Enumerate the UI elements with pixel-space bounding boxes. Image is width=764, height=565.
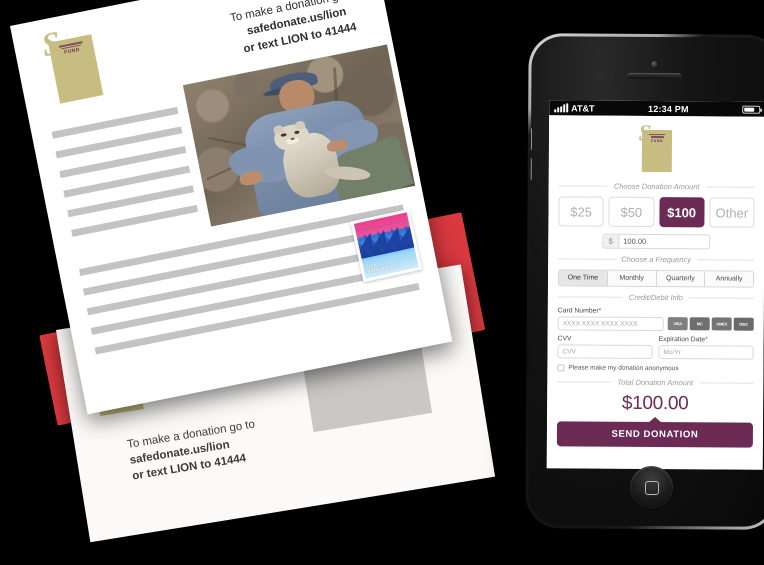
cvv-input[interactable]: CVV [557, 344, 653, 359]
phone-screen: AT&T 12:34 PM S FUND Choose Donation Amo… [546, 100, 764, 470]
carrier-label: AT&T [571, 102, 595, 114]
ranger-with-cub-image [182, 44, 416, 227]
total-amount-value: $100.00 [621, 392, 689, 415]
postage-stamp: USA FOREVER 2012 [350, 208, 423, 283]
amount-option-25[interactable]: $25 [558, 196, 604, 227]
amount-option-100[interactable]: $100 [658, 197, 705, 228]
total-section-title: Total Donation Amount [557, 377, 753, 388]
direct-mail-piece: S FUND To make a donation go to [0, 0, 520, 565]
donation-app: S FUND Choose Donation Amount $25 $50 $1… [546, 115, 764, 470]
card-number-label: Card Number* [557, 307, 602, 315]
status-bar: AT&T 12:34 PM [549, 100, 764, 117]
send-button-notch [648, 416, 663, 424]
mastercard-icon: MC [689, 317, 710, 331]
frequency-option-monthly[interactable]: Monthly [607, 270, 657, 287]
envelope-back-callout: To make a donation go to safedonate.us/l… [126, 400, 371, 485]
amount-options-group: $25 $50 $100 Other [558, 196, 755, 228]
amount-section-title: Choose Donation Amount [559, 181, 755, 192]
home-square-icon [644, 480, 659, 495]
app-logo: S FUND [639, 120, 673, 173]
visa-icon: VISA [667, 317, 688, 331]
earpiece-speaker-icon [627, 72, 682, 80]
discover-icon: DISC [733, 317, 754, 331]
phone-body: AT&T 12:34 PM S FUND Choose Donation Amo… [528, 36, 764, 527]
amount-option-other[interactable]: Other [709, 197, 755, 228]
frequency-section-title: Choose a Frequency [558, 254, 754, 264]
letter-logo: S FUND [39, 25, 104, 104]
front-camera-icon [650, 60, 659, 69]
phone-shell: AT&T 12:34 PM S FUND Choose Donation Amo… [525, 33, 764, 530]
frequency-option-annually[interactable]: Annually [705, 271, 754, 287]
amount-option-50[interactable]: $50 [608, 196, 655, 228]
home-button[interactable] [629, 465, 674, 510]
letter-body-text-lines [51, 106, 201, 250]
send-donation-button[interactable]: SEND DONATION [556, 421, 754, 448]
battery-icon [742, 105, 761, 114]
expiration-label: Expiration Date* [658, 336, 708, 344]
letter-photo [182, 44, 416, 227]
clock-label: 12:34 PM [648, 103, 689, 114]
amex-icon: AMEX [711, 317, 732, 331]
card-section-title: Credit/Debit Info [558, 292, 754, 302]
anonymous-checkbox[interactable] [557, 364, 565, 372]
accepted-cards-group: VISA MC AMEX DISC [667, 317, 754, 331]
screenshot-stage: S FUND To make a donation go to [0, 0, 764, 565]
volume-down-button[interactable] [528, 158, 532, 181]
currency-prefix-icon: $ [603, 234, 620, 248]
card-number-input[interactable]: XXXX XXXX XXXX XXXX [557, 316, 664, 332]
smartphone-mockup: AT&T 12:34 PM S FUND Choose Donation Amo… [525, 33, 764, 530]
anonymous-donation-row[interactable]: Please make my donation anonymous [557, 364, 753, 372]
logo-wordmark: FUND [650, 138, 663, 143]
custom-amount-value: 100.00 [623, 236, 647, 246]
letter-front: S FUND To make a donation go to safedona… [10, 0, 453, 415]
frequency-option-one-time[interactable]: One Time [558, 270, 608, 286]
volume-up-button[interactable] [528, 128, 533, 151]
frequency-options-group: One Time Monthly Quarterly Annually [557, 269, 755, 288]
custom-amount-field[interactable]: $ 100.00 [602, 233, 711, 250]
expiration-input[interactable]: Mo/Yr [658, 345, 754, 360]
cvv-label: CVV [557, 335, 572, 343]
anonymous-label: Please make my donation anonymous [568, 364, 679, 373]
signal-bars-icon [554, 102, 569, 112]
frequency-option-quarterly[interactable]: Quarterly [656, 271, 706, 287]
